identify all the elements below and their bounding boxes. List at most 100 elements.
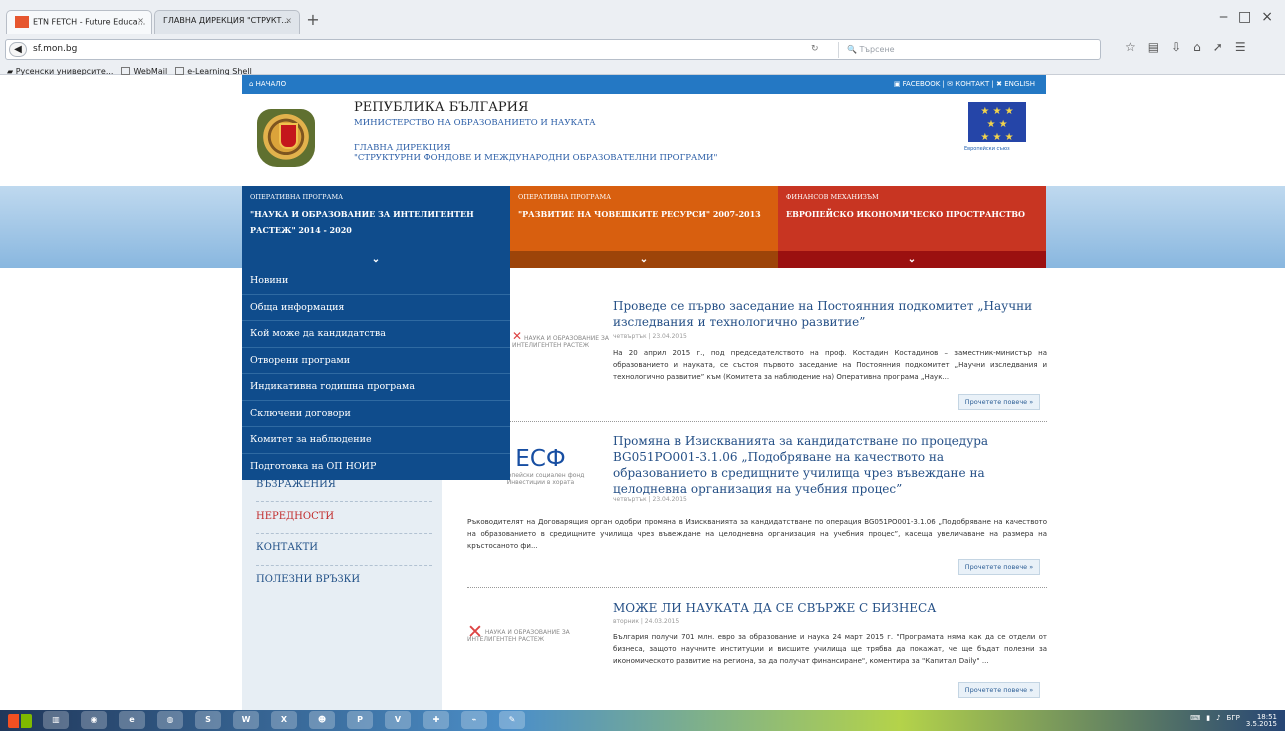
clock[interactable]: 18:51 3.5.2015 xyxy=(1246,714,1277,728)
program-op-rchr[interactable]: ОПЕРАТИВНА ПРОГРАМА "РАЗВИТИЕ НА ЧОВЕШКИТ… xyxy=(510,186,778,268)
top-navigation: ⌂ НАЧАЛО ▣ FACEBOOK | ✉ КОНТАКТ | ✖ ENGL… xyxy=(242,75,1046,94)
window-controls: ‒ □ × xyxy=(1219,9,1273,25)
share-icon[interactable]: ➚ xyxy=(1213,40,1223,54)
chrome-icon[interactable]: ◍ xyxy=(157,711,183,729)
contact-link[interactable]: КОНТАКТ xyxy=(955,80,989,88)
mail-icon: ✉ xyxy=(947,80,954,88)
tab-etn[interactable]: ETN FETCH - Future Educa... × xyxy=(6,10,152,34)
menu-item-contracts[interactable]: Сключени договори xyxy=(242,401,510,427)
news-title[interactable]: Проведе се първо заседание на Постоянния… xyxy=(613,298,1033,330)
news-divider xyxy=(467,421,1047,422)
directorate-name: ГЛАВНА ДИРЕКЦИЯ "СТРУКТУРНИ ФОНДОВЕ И МЕЖ… xyxy=(354,143,718,163)
powerpoint-icon[interactable]: P xyxy=(347,711,373,729)
file-explorer-icon[interactable]: ▥ xyxy=(43,711,69,729)
download-icon[interactable]: ⇩ xyxy=(1171,40,1181,54)
sidebar-useful-links[interactable]: ПОЛЕЗНИ ВРЪЗКИ xyxy=(256,574,360,585)
minimize-icon[interactable]: ‒ xyxy=(1219,9,1228,25)
web-page: ⌂ НАЧАЛО ▣ FACEBOOK | ✉ КОНТАКТ | ✖ ENGL… xyxy=(0,75,1285,710)
excel-icon[interactable]: X xyxy=(271,711,297,729)
restore-icon[interactable]: □ xyxy=(1238,9,1251,25)
news-date: четвъртък | 23.04.2015 xyxy=(613,496,687,503)
divider xyxy=(256,501,432,502)
usb-icon[interactable]: ⌁ xyxy=(461,711,487,729)
people-icon[interactable]: ☻ xyxy=(309,711,335,729)
volume-icon[interactable]: ♪ xyxy=(1216,714,1220,728)
uk-flag-icon: ✖ xyxy=(996,80,1002,88)
sidebar-objections[interactable]: ВЪЗРАЖЕНИЯ xyxy=(256,479,336,490)
site-title: РЕПУБЛИКА БЪЛГАРИЯ xyxy=(354,100,529,115)
menu-item-general[interactable]: Обща информация xyxy=(242,295,510,321)
language-indicator[interactable]: БГР xyxy=(1227,714,1240,728)
home-link[interactable]: ⌂ НАЧАЛО xyxy=(249,75,286,94)
keyboard-icon[interactable]: ⌨ xyxy=(1190,714,1200,728)
sidebar-irregularities[interactable]: НЕРЕДНОСТИ xyxy=(256,511,334,522)
back-icon[interactable]: ◀ xyxy=(9,42,27,57)
network-icon[interactable]: ▮ xyxy=(1206,714,1210,728)
search-input[interactable]: 🔍 Търсене xyxy=(838,42,1100,58)
paint-icon[interactable]: ✎ xyxy=(499,711,525,729)
tab-ministry[interactable]: ГЛАВНА ДИРЕКЦИЯ "СТРУКТ... × xyxy=(154,10,300,34)
search-icon: 🔍 xyxy=(847,45,857,54)
news-excerpt: На 20 април 2015 г., под председателство… xyxy=(613,349,1047,381)
skype-icon[interactable]: S xyxy=(195,711,221,729)
menu-icon[interactable]: ☰ xyxy=(1235,40,1246,54)
menu-item-annual-program[interactable]: Индикативна годишна програма xyxy=(242,374,510,401)
eu-label: Европейски съюз xyxy=(964,146,1010,152)
start-button[interactable] xyxy=(8,714,32,728)
firefox-icon[interactable]: ◉ xyxy=(81,711,107,729)
internet-explorer-icon[interactable]: e xyxy=(119,711,145,729)
menu-item-eligibility[interactable]: Кой може да кандидатства xyxy=(242,321,510,348)
windows-taskbar: ▥ ◉ e ◍ S W X ☻ P V ✚ ⌁ ✎ ⌨ ▮ ♪ БГР 18:51 3.5.2015 xyxy=(0,710,1285,731)
library-icon[interactable]: ▤ xyxy=(1148,40,1159,54)
uk-flag-icon[interactable]: ✚ xyxy=(423,711,449,729)
facebook-link[interactable]: FACEBOOK xyxy=(903,80,941,88)
ministry-name: МИНИСТЕРСТВО НА ОБРАЗОВАНИЕТО И НАУКАТА xyxy=(354,118,596,128)
menu-item-open-programs[interactable]: Отворени програми xyxy=(242,348,510,374)
star-icon[interactable]: ☆ xyxy=(1125,40,1136,54)
task-icons: ▥ ◉ e ◍ S W X ☻ P V ✚ ⌁ ✎ xyxy=(43,711,525,729)
visio-icon[interactable]: V xyxy=(385,711,411,729)
close-icon[interactable]: × xyxy=(285,16,292,25)
program-op-noir[interactable]: ОПЕРАТИВНА ПРОГРАМА "НАУКА И ОБРАЗОВАНИЕ … xyxy=(242,186,510,268)
menu-item-committee[interactable]: Комитет за наблюдение xyxy=(242,427,510,454)
toolbar-icons: ☆ ▤ ⇩ ⌂ ➚ ☰ xyxy=(1125,40,1246,54)
reload-icon[interactable]: ↻ xyxy=(811,44,819,54)
read-more-button[interactable]: Прочетете повече » xyxy=(958,394,1040,410)
news-title[interactable]: Промяна в Изискванията за кандидатстване… xyxy=(613,433,1033,497)
word-icon[interactable]: W xyxy=(233,711,259,729)
top-links: ▣ FACEBOOK | ✉ КОНТАКТ | ✖ ENGLISH xyxy=(893,80,1035,88)
chevron-down-icon[interactable]: ⌄ xyxy=(242,251,510,268)
site-header: РЕПУБЛИКА БЪЛГАРИЯ МИНИСТЕРСТВО НА ОБРАЗ… xyxy=(242,94,1046,186)
sidebar-contacts[interactable]: КОНТАКТИ xyxy=(256,542,318,553)
news-divider xyxy=(467,587,1047,588)
site-icon xyxy=(15,16,29,28)
close-window-icon[interactable]: × xyxy=(1261,9,1273,25)
chevron-down-icon[interactable]: ⌄ xyxy=(510,251,778,268)
bulgarian-coat-of-arms xyxy=(257,109,315,167)
page-icon xyxy=(121,67,131,75)
read-more-button[interactable]: Прочетете повече » xyxy=(958,682,1040,698)
news-title[interactable]: МОЖЕ ЛИ НАУКАТА ДА СЕ СВЪРЖЕ С БИЗНЕСА xyxy=(613,600,1033,616)
news-date: вторник | 24.03.2015 xyxy=(613,618,680,625)
news-excerpt: Ръководителят на Договарящия орган одобр… xyxy=(467,518,1047,550)
english-link[interactable]: ENGLISH xyxy=(1004,80,1035,88)
url-text[interactable]: sf.mon.bg xyxy=(33,44,77,54)
menu-item-preparation[interactable]: Подготовка на ОП НОИР xyxy=(242,454,510,481)
menu-item-news[interactable]: Новини xyxy=(242,268,510,295)
op-noir-logo: ✕ НАУКА И ОБРАЗОВАНИЕ ЗА ИНТЕЛИГЕНТЕН РА… xyxy=(467,621,570,644)
system-tray: ⌨ ▮ ♪ БГР 18:51 3.5.2015 xyxy=(1190,714,1277,728)
address-bar[interactable]: ◀ sf.mon.bg ↻ 🔍 Търсене xyxy=(5,39,1101,60)
news-excerpt: България получи 701 млн. евро за образов… xyxy=(613,633,1047,665)
read-more-button[interactable]: Прочетете повече » xyxy=(958,559,1040,575)
search-placeholder: Търсене xyxy=(859,45,895,54)
chevron-down-icon[interactable]: ⌄ xyxy=(778,251,1046,268)
program-eea[interactable]: ФИНАНСОВ МЕХАНИЗЪМ ЕВРОПЕЙСКО ИКОНОМИЧЕСК… xyxy=(778,186,1046,268)
divider xyxy=(256,533,432,534)
tab-title: ETN FETCH - Future Educa... xyxy=(33,17,146,27)
facebook-icon: ▣ xyxy=(893,80,901,88)
browser-chrome: ETN FETCH - Future Educa... × ГЛАВНА ДИРЕ… xyxy=(0,0,1285,76)
close-icon[interactable]: × xyxy=(137,16,144,25)
home-icon[interactable]: ⌂ xyxy=(1193,40,1201,54)
eu-flag-icon: ★ ★ ★ ★ ★ ★ ★ ★ xyxy=(968,102,1026,143)
new-tab-button[interactable]: + xyxy=(302,10,324,32)
